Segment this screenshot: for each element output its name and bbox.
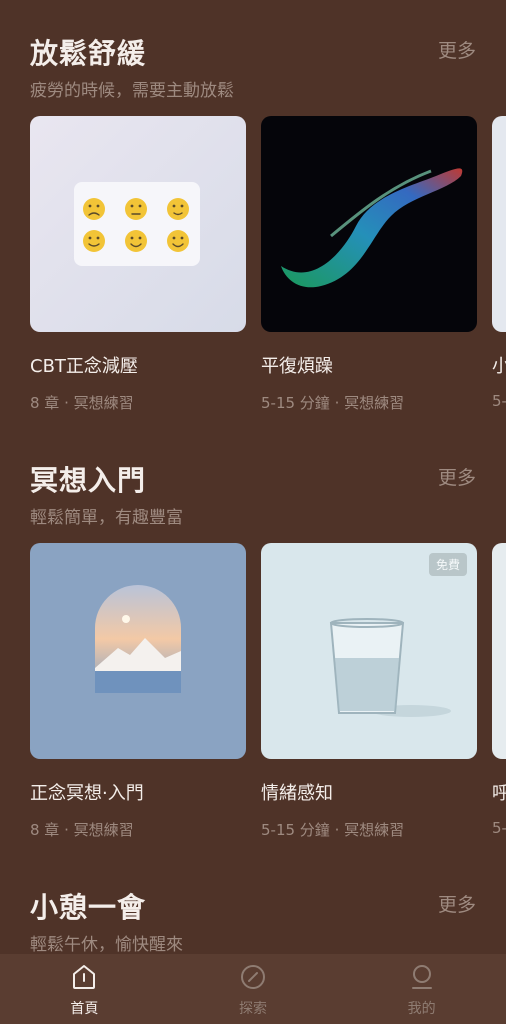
card-image-colorful-smoke xyxy=(261,116,477,332)
card-title: 情緒感知 xyxy=(261,783,333,804)
card-image-water-glass: 免費 xyxy=(261,543,477,759)
section-header: 放鬆舒緩 疲勞的時候，需要主動放鬆 更多 xyxy=(0,32,506,102)
card-meta: 5- xyxy=(492,819,506,837)
card-meta: 5-15 分鐘 · 冥想練習 xyxy=(261,394,405,412)
card-meta: 5-15 分鐘 · 冥想練習 xyxy=(261,821,405,839)
section-header: 冥想入門 輕鬆簡單，有趣豐富 更多 xyxy=(0,459,506,529)
course-card-partial[interactable]: 小 5- xyxy=(492,116,506,410)
smiley-faces-illustration xyxy=(74,182,200,266)
card-meta: 8 章 · 冥想練習 xyxy=(30,394,134,412)
profile-icon xyxy=(411,965,432,989)
card-image-light-panel xyxy=(492,543,506,759)
section-nap: 小憩一會 輕鬆午休，愉快醒來 更多 xyxy=(0,886,506,956)
section-header: 小憩一會 輕鬆午休，愉快醒來 更多 xyxy=(0,886,506,956)
card-row[interactable]: 正念冥想·入門 8 章 · 冥想練習 免費 情緒感知 5-15 分鐘 · 冥想練… xyxy=(30,543,506,843)
course-card-partial[interactable]: 呼 5- xyxy=(492,543,506,837)
card-title: 平復煩躁 xyxy=(261,356,333,377)
tab-explore[interactable]: 探索 xyxy=(169,954,338,1024)
bottom-tab-bar: 首頁 探索 我的 xyxy=(0,954,506,1024)
home-screen: 放鬆舒緩 疲勞的時候，需要主動放鬆 更多 CBT正念減壓 8 章 · 冥想練習 … xyxy=(0,0,506,1024)
more-link[interactable]: 更多 xyxy=(438,36,476,63)
section-subtitle: 輕鬆午休，愉快醒來 xyxy=(30,935,183,955)
course-card[interactable]: CBT正念減壓 8 章 · 冥想練習 xyxy=(30,116,246,413)
more-link[interactable]: 更多 xyxy=(438,890,476,917)
card-image-light-panel xyxy=(492,116,506,332)
card-title: 小 xyxy=(492,356,506,377)
colorful-smoke-illustration xyxy=(281,168,463,288)
card-title: 正念冥想·入門 xyxy=(30,783,144,804)
tab-home[interactable]: 首頁 xyxy=(0,954,169,1024)
section-meditation-intro: 冥想入門 輕鬆簡單，有趣豐富 更多 正念冥想·入門 8 章 · 冥想練習 免費 … xyxy=(0,459,506,839)
tab-profile[interactable]: 我的 xyxy=(337,954,506,1024)
course-card[interactable]: 免費 情緒感知 5-15 分鐘 · 冥想練習 xyxy=(261,543,477,840)
course-card[interactable]: 平復煩躁 5-15 分鐘 · 冥想練習 xyxy=(261,116,477,413)
section-relax: 放鬆舒緩 疲勞的時候，需要主動放鬆 更多 CBT正念減壓 8 章 · 冥想練習 … xyxy=(0,32,506,412)
card-meta: 5- xyxy=(492,392,506,410)
section-title: 小憩一會 xyxy=(30,891,147,924)
card-image-smiley-faces xyxy=(30,116,246,332)
more-link[interactable]: 更多 xyxy=(438,463,476,490)
arch-mountain-illustration xyxy=(95,585,181,693)
card-image-arch-mountain xyxy=(30,543,246,759)
course-card[interactable]: 正念冥想·入門 8 章 · 冥想練習 xyxy=(30,543,246,840)
card-title: 呼 xyxy=(492,783,506,804)
free-badge: 免費 xyxy=(428,553,467,576)
section-title: 放鬆舒緩 xyxy=(30,37,147,70)
section-title: 冥想入門 xyxy=(30,464,147,497)
card-row[interactable]: CBT正念減壓 8 章 · 冥想練習 平復煩躁 5-15 分鐘 · 冥想練習 小… xyxy=(30,116,506,416)
card-meta: 8 章 · 冥想練習 xyxy=(30,821,134,839)
section-subtitle: 輕鬆簡單，有趣豐富 xyxy=(30,508,183,528)
tab-label: 首頁 xyxy=(70,1001,99,1017)
tab-label: 探索 xyxy=(239,1001,267,1017)
compass-icon xyxy=(241,965,265,989)
section-subtitle: 疲勞的時候，需要主動放鬆 xyxy=(30,81,234,101)
tab-label: 我的 xyxy=(407,1001,436,1017)
home-icon xyxy=(73,965,96,989)
card-title: CBT正念減壓 xyxy=(30,356,138,377)
